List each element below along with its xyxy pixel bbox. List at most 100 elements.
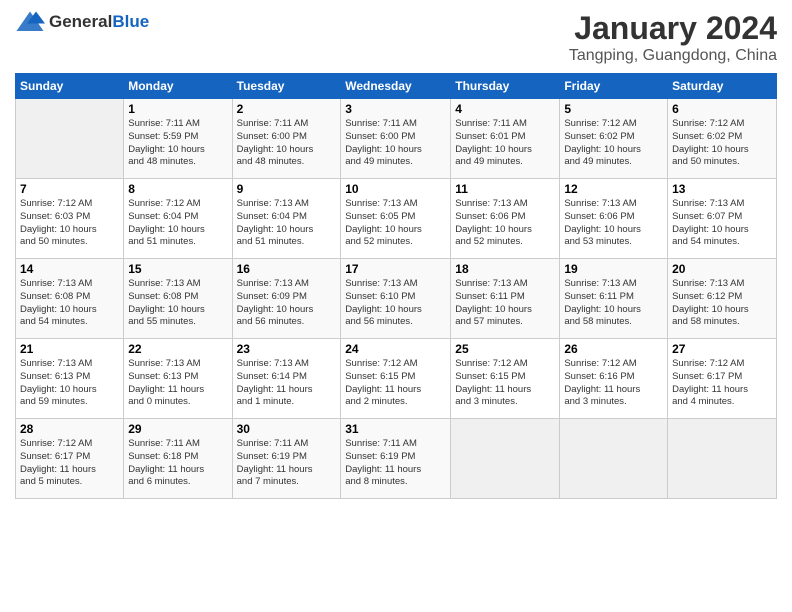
- day-number: 24: [345, 342, 446, 356]
- day-number: 19: [564, 262, 663, 276]
- calendar-cell: [560, 419, 668, 499]
- calendar-cell: 6 Sunrise: 7:12 AMSunset: 6:02 PMDaylight…: [668, 99, 777, 179]
- calendar-header: SundayMondayTuesdayWednesdayThursdayFrid…: [16, 74, 777, 99]
- day-info: Sunrise: 7:11 AMSunset: 6:00 PMDaylight:…: [237, 118, 337, 169]
- day-info: Sunrise: 7:13 AMSunset: 6:08 PMDaylight:…: [128, 278, 227, 329]
- day-number: 1: [128, 102, 227, 116]
- weekday-row: SundayMondayTuesdayWednesdayThursdayFrid…: [16, 74, 777, 99]
- calendar-week-row: 1 Sunrise: 7:11 AMSunset: 5:59 PMDaylight…: [16, 99, 777, 179]
- calendar-cell: [16, 99, 124, 179]
- day-info: Sunrise: 7:12 AMSunset: 6:15 PMDaylight:…: [455, 358, 555, 409]
- logo: GeneralBlue: [15, 10, 149, 34]
- day-number: 27: [672, 342, 772, 356]
- calendar-cell: [668, 419, 777, 499]
- calendar-week-row: 14 Sunrise: 7:13 AMSunset: 6:08 PMDayligh…: [16, 259, 777, 339]
- calendar-cell: 18Sunrise: 7:13 AMSunset: 6:11 PMDayligh…: [451, 259, 560, 339]
- calendar-body: 1 Sunrise: 7:11 AMSunset: 5:59 PMDaylight…: [16, 99, 777, 499]
- calendar-cell: 30 Sunrise: 7:11 AMSunset: 6:19 PMDayligh…: [232, 419, 341, 499]
- day-info: Sunrise: 7:13 AMSunset: 6:12 PMDaylight:…: [672, 278, 772, 329]
- logo-text: GeneralBlue: [49, 12, 149, 32]
- weekday-header: Wednesday: [341, 74, 451, 99]
- day-number: 21: [20, 342, 119, 356]
- calendar-cell: 21 Sunrise: 7:13 AMSunset: 6:13 PMDayligh…: [16, 339, 124, 419]
- day-info: Sunrise: 7:13 AMSunset: 6:14 PMDaylight:…: [237, 358, 337, 409]
- main-title: January 2024: [569, 10, 777, 47]
- day-info: Sunrise: 7:13 AMSunset: 6:05 PMDaylight:…: [345, 198, 446, 249]
- day-number: 4: [455, 102, 555, 116]
- calendar-cell: 11 Sunrise: 7:13 AMSunset: 6:06 PMDayligh…: [451, 179, 560, 259]
- day-number: 13: [672, 182, 772, 196]
- day-info: Sunrise: 7:13 AMSunset: 6:13 PMDaylight:…: [128, 358, 227, 409]
- day-number: 28: [20, 422, 119, 436]
- day-number: 11: [455, 182, 555, 196]
- calendar-week-row: 21 Sunrise: 7:13 AMSunset: 6:13 PMDayligh…: [16, 339, 777, 419]
- calendar-cell: 23 Sunrise: 7:13 AMSunset: 6:14 PMDayligh…: [232, 339, 341, 419]
- day-info: Sunrise: 7:13 AMSunset: 6:04 PMDaylight:…: [237, 198, 337, 249]
- weekday-header: Sunday: [16, 74, 124, 99]
- day-info: Sunrise: 7:13 AMSunset: 6:13 PMDaylight:…: [20, 358, 119, 409]
- calendar-cell: 2Sunrise: 7:11 AMSunset: 6:00 PMDaylight…: [232, 99, 341, 179]
- day-info: Sunrise: 7:12 AMSunset: 6:17 PMDaylight:…: [20, 438, 119, 489]
- day-number: 30: [237, 422, 337, 436]
- calendar-week-row: 28 Sunrise: 7:12 AMSunset: 6:17 PMDayligh…: [16, 419, 777, 499]
- day-info: Sunrise: 7:11 AMSunset: 6:19 PMDaylight:…: [237, 438, 337, 489]
- day-info: Sunrise: 7:13 AMSunset: 6:06 PMDaylight:…: [455, 198, 555, 249]
- day-number: 29: [128, 422, 227, 436]
- day-number: 26: [564, 342, 663, 356]
- weekday-header: Tuesday: [232, 74, 341, 99]
- calendar-cell: 7Sunrise: 7:12 AMSunset: 6:03 PMDaylight…: [16, 179, 124, 259]
- day-number: 31: [345, 422, 446, 436]
- day-number: 16: [237, 262, 337, 276]
- day-number: 14: [20, 262, 119, 276]
- day-info: Sunrise: 7:12 AMSunset: 6:02 PMDaylight:…: [564, 118, 663, 169]
- calendar-cell: 4 Sunrise: 7:11 AMSunset: 6:01 PMDaylight…: [451, 99, 560, 179]
- weekday-header: Monday: [124, 74, 232, 99]
- weekday-header: Friday: [560, 74, 668, 99]
- day-info: Sunrise: 7:13 AMSunset: 6:07 PMDaylight:…: [672, 198, 772, 249]
- subtitle: Tangping, Guangdong, China: [569, 47, 777, 65]
- day-info: Sunrise: 7:11 AMSunset: 5:59 PMDaylight:…: [128, 118, 227, 169]
- day-number: 8: [128, 182, 227, 196]
- calendar-cell: 10 Sunrise: 7:13 AMSunset: 6:05 PMDayligh…: [341, 179, 451, 259]
- day-info: Sunrise: 7:13 AMSunset: 6:08 PMDaylight:…: [20, 278, 119, 329]
- calendar-cell: 28 Sunrise: 7:12 AMSunset: 6:17 PMDayligh…: [16, 419, 124, 499]
- calendar-cell: 20 Sunrise: 7:13 AMSunset: 6:12 PMDayligh…: [668, 259, 777, 339]
- calendar-cell: 15 Sunrise: 7:13 AMSunset: 6:08 PMDayligh…: [124, 259, 232, 339]
- weekday-header: Saturday: [668, 74, 777, 99]
- day-info: Sunrise: 7:11 AMSunset: 6:18 PMDaylight:…: [128, 438, 227, 489]
- day-number: 10: [345, 182, 446, 196]
- logo-blue: Blue: [112, 12, 149, 31]
- day-info: Sunrise: 7:12 AMSunset: 6:04 PMDaylight:…: [128, 198, 227, 249]
- calendar-cell: 9 Sunrise: 7:13 AMSunset: 6:04 PMDaylight…: [232, 179, 341, 259]
- calendar-cell: 26Sunrise: 7:12 AMSunset: 6:16 PMDayligh…: [560, 339, 668, 419]
- calendar-week-row: 7Sunrise: 7:12 AMSunset: 6:03 PMDaylight…: [16, 179, 777, 259]
- day-info: Sunrise: 7:13 AMSunset: 6:09 PMDaylight:…: [237, 278, 337, 329]
- weekday-header: Thursday: [451, 74, 560, 99]
- day-number: 6: [672, 102, 772, 116]
- calendar-cell: 16 Sunrise: 7:13 AMSunset: 6:09 PMDayligh…: [232, 259, 341, 339]
- title-section: January 2024 Tangping, Guangdong, China: [569, 10, 777, 65]
- calendar-cell: 17Sunrise: 7:13 AMSunset: 6:10 PMDayligh…: [341, 259, 451, 339]
- day-number: 17: [345, 262, 446, 276]
- calendar-cell: 29 Sunrise: 7:11 AMSunset: 6:18 PMDayligh…: [124, 419, 232, 499]
- day-info: Sunrise: 7:13 AMSunset: 6:11 PMDaylight:…: [455, 278, 555, 329]
- logo-icon: [15, 10, 45, 34]
- day-info: Sunrise: 7:11 AMSunset: 6:01 PMDaylight:…: [455, 118, 555, 169]
- calendar-cell: 12Sunrise: 7:13 AMSunset: 6:06 PMDayligh…: [560, 179, 668, 259]
- calendar-cell: 22Sunrise: 7:13 AMSunset: 6:13 PMDayligh…: [124, 339, 232, 419]
- day-number: 3: [345, 102, 446, 116]
- calendar-cell: 5 Sunrise: 7:12 AMSunset: 6:02 PMDaylight…: [560, 99, 668, 179]
- day-info: Sunrise: 7:12 AMSunset: 6:02 PMDaylight:…: [672, 118, 772, 169]
- logo-general: General: [49, 12, 112, 31]
- day-info: Sunrise: 7:11 AMSunset: 6:00 PMDaylight:…: [345, 118, 446, 169]
- day-info: Sunrise: 7:12 AMSunset: 6:15 PMDaylight:…: [345, 358, 446, 409]
- day-number: 20: [672, 262, 772, 276]
- day-number: 15: [128, 262, 227, 276]
- day-number: 23: [237, 342, 337, 356]
- day-info: Sunrise: 7:12 AMSunset: 6:03 PMDaylight:…: [20, 198, 119, 249]
- day-info: Sunrise: 7:13 AMSunset: 6:11 PMDaylight:…: [564, 278, 663, 329]
- day-number: 5: [564, 102, 663, 116]
- day-number: 12: [564, 182, 663, 196]
- day-number: 9: [237, 182, 337, 196]
- calendar-cell: 27Sunrise: 7:12 AMSunset: 6:17 PMDayligh…: [668, 339, 777, 419]
